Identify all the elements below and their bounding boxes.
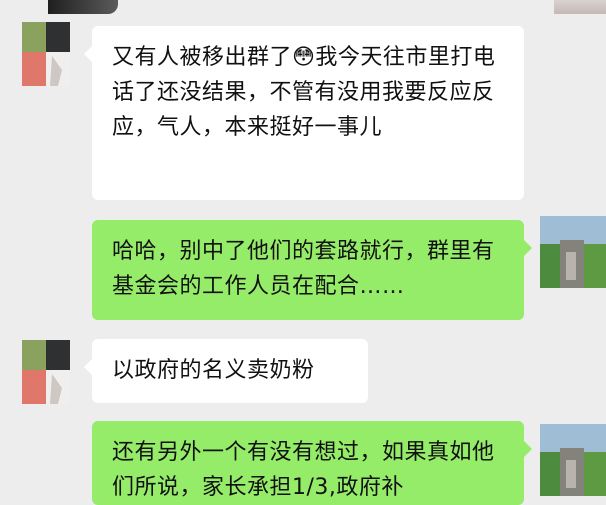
top-right-avatar-fragment: [554, 0, 606, 14]
avatar-image: [540, 424, 606, 496]
message-bubble: 还有另外一个有没有想过，如果真如他们所说，家长承担1/3,政府补: [92, 421, 532, 505]
message-text: 以政府的名义卖奶粉: [112, 358, 315, 383]
top-avatar-fragment: [48, 0, 118, 14]
message-text: 哈哈，别中了他们的套路就行，群里有基金会的工作人员在配合……: [112, 239, 495, 299]
avatar[interactable]: [540, 424, 606, 496]
message-text: 还有另外一个有没有想过，如果真如他们所说，家长承担1/3,政府补: [112, 440, 495, 500]
message-bubble: 以政府的名义卖奶粉: [84, 339, 368, 403]
avatar[interactable]: [22, 22, 70, 86]
message-bubble: 又有人被移出群了😳我今天往市里打电话了还没结果，不管有没用我要反应反应，气人，本…: [84, 26, 524, 200]
avatar[interactable]: [22, 340, 70, 404]
message-bubble: 哈哈，别中了他们的套路就行，群里有基金会的工作人员在配合……: [92, 220, 532, 320]
avatar[interactable]: [540, 216, 606, 288]
avatar-image: [22, 340, 70, 404]
message-text: 又有人被移出群了😳我今天往市里打电话了还没结果，不管有没用我要反应反应，气人，本…: [112, 45, 496, 140]
avatar-image: [540, 216, 606, 288]
avatar-image: [22, 22, 70, 86]
